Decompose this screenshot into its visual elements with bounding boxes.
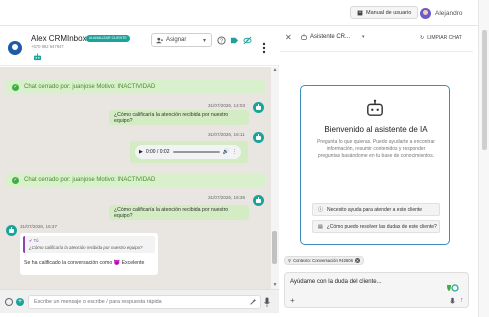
robot-icon xyxy=(367,99,383,116)
chat-bubble-icon: ▤ xyxy=(318,223,323,230)
audio-time: 0:00 / 0:02 xyxy=(145,149,170,155)
quote-author: ✔ Tú xyxy=(29,238,39,243)
chevron-down-icon: ▾ xyxy=(202,38,206,44)
audio-player[interactable]: ▶ 0:00 / 0:02 🔊 ⋮ xyxy=(135,145,241,159)
plus-icon[interactable]: + xyxy=(16,298,24,306)
emoji-icon[interactable] xyxy=(5,298,13,306)
tag-icon[interactable] xyxy=(230,36,239,45)
assistant-panel: ✕ Asistente CR... ▾ ↻ LIMPIAR CHAT Bienv… xyxy=(280,26,473,313)
user-name: Alejandro xyxy=(435,9,463,17)
welcome-title: Bienvenido al asistente de IA xyxy=(324,125,428,134)
message-text: ¿Cómo calificaría la atención recibida p… xyxy=(114,111,229,124)
outgoing-message: ¿Cómo calificaría la atención recibida p… xyxy=(109,205,249,220)
assistant-input-value[interactable]: Ayúdame con la duda del cliente... xyxy=(290,279,382,285)
check-circle-icon: ✓ xyxy=(12,83,19,91)
close-icon[interactable]: ✕ xyxy=(285,33,292,42)
assign-select[interactable]: Asignar ▾ xyxy=(151,33,212,47)
chevron-down-icon[interactable]: ▾ xyxy=(362,34,365,40)
help-circle-icon[interactable]: ? xyxy=(217,36,226,45)
assistant-selector[interactable]: Asistente CR... xyxy=(301,34,350,40)
message-input[interactable] xyxy=(28,295,261,309)
remove-context-icon[interactable]: ✕ xyxy=(354,258,360,263)
send-icon[interactable]: ↑ xyxy=(460,297,464,305)
outgoing-message: ¿Cómo calificaría la atención recibida p… xyxy=(109,110,249,125)
contact-avatar[interactable] xyxy=(8,41,22,55)
suggestion-button[interactable]: ▤ ¿Cómo puedo resolver las dudas de este… xyxy=(312,220,440,233)
eye-off-icon[interactable] xyxy=(243,36,252,45)
message-timestamp: 31/07/2026, 16:11 xyxy=(208,132,245,137)
welcome-description: Pregunta lo que quieras. Puedo ayudarte … xyxy=(317,139,435,159)
contact-message-avatar xyxy=(6,225,17,236)
magic-wand-icon[interactable] xyxy=(249,298,257,306)
welcome-card: Bienvenido al asistente de IA Pregunta l… xyxy=(300,85,450,245)
assign-user-icon xyxy=(156,37,163,43)
audio-message: ▶ 0:00 / 0:02 🔊 ⋮ xyxy=(130,141,248,163)
assign-label: Asignar xyxy=(166,37,187,43)
assistant-header: ✕ Asistente CR... ▾ ↻ LIMPIAR CHAT xyxy=(280,26,473,52)
top-bar: Manual de usuario Alejandro xyxy=(0,0,489,26)
user-avatar xyxy=(420,7,431,19)
refresh-icon: ↻ xyxy=(420,35,425,41)
microphone-icon[interactable] xyxy=(450,297,455,306)
assistant-brand-icon xyxy=(447,284,459,292)
robot-icon xyxy=(301,34,307,40)
kebab-menu-icon[interactable] xyxy=(262,42,266,54)
scroll-up-icon[interactable]: ▲ xyxy=(271,67,279,74)
chat-header: Alex CRMInbox IA ANALIZAR CLIENTE +570 9… xyxy=(0,26,279,66)
play-icon[interactable]: ▶ xyxy=(139,149,143,155)
book-icon xyxy=(357,10,363,15)
message-timestamp: 31/07/2026, 16:36 xyxy=(208,195,246,200)
contact-name[interactable]: Alex CRMInbox xyxy=(31,34,87,43)
bot-avatar-icon xyxy=(253,132,264,143)
audio-progress-bar[interactable] xyxy=(172,151,220,153)
user-manual-label: Manual de usuario xyxy=(366,9,412,16)
context-icon: ⚲ xyxy=(288,258,292,263)
clear-chat-label: LIMPIAR CHAT xyxy=(427,35,462,41)
page-scrollbar-thumb[interactable] xyxy=(482,30,487,150)
message-timestamp: 31/07/2026, 16:37 xyxy=(20,224,58,229)
quoted-message[interactable]: ✔ Tú ¿Cómo calificaría la atención recib… xyxy=(23,236,155,253)
audio-more-icon[interactable]: ⋮ xyxy=(232,149,237,155)
chat-closed-notice: ✓ Chat cerrado por: juanjose Motivo: INA… xyxy=(6,173,265,187)
quote-text: ¿Cómo calificaría la atención recibida p… xyxy=(29,245,143,250)
chat-closed-text: Chat cerrado por: juanjose Motivo: INACT… xyxy=(24,84,156,90)
suggestion-label: ¿Cómo puedo resolver las dudas de este c… xyxy=(326,223,437,230)
suggestion-button[interactable]: ⓘ Necesito ayuda para atender a este cli… xyxy=(312,203,440,216)
chat-panel: Alex CRMInbox IA ANALIZAR CLIENTE +570 9… xyxy=(0,26,279,313)
context-label: Contexto: Conversación #42606 xyxy=(293,258,353,263)
scroll-down-icon[interactable]: ▼ xyxy=(271,282,279,289)
bot-avatar-icon xyxy=(253,195,264,206)
help-circle-icon: ⓘ xyxy=(318,207,324,213)
contact-phone: +570 982 647947 xyxy=(31,44,64,49)
incoming-message: ✔ Tú ¿Cómo calificaría la atención recib… xyxy=(20,233,158,275)
chat-closed-notice: ✓ Chat cerrado por: juanjose Motivo: INA… xyxy=(6,80,265,94)
suggestion-label: Necesito ayuda para atender a este clien… xyxy=(327,206,423,213)
clear-chat-button[interactable]: ↻ LIMPIAR CHAT xyxy=(420,35,462,41)
scrollbar-thumb[interactable] xyxy=(272,231,277,264)
message-text: Se ha calificado la conversación como 😈 … xyxy=(24,260,145,266)
chat-closed-text: Chat cerrado por: juanjose Motivo: INACT… xyxy=(24,177,156,183)
assistant-title: Asistente CR... xyxy=(310,34,351,40)
bot-icon[interactable] xyxy=(33,53,42,61)
message-list[interactable]: ✓ Chat cerrado por: juanjose Motivo: INA… xyxy=(0,67,271,289)
page-scrollbar[interactable] xyxy=(478,0,489,317)
check-circle-icon: ✓ xyxy=(12,176,19,184)
message-timestamp: 31/07/2026, 14:03 xyxy=(208,103,246,108)
plus-icon[interactable]: + xyxy=(290,297,295,305)
volume-icon[interactable]: 🔊 xyxy=(223,149,229,155)
assistant-input[interactable]: Ayúdame con la duda del cliente... + ↑ xyxy=(284,272,469,308)
message-text: ¿Cómo calificaría la atención recibida p… xyxy=(114,206,229,219)
message-composer: + xyxy=(0,289,279,313)
svg-text:?: ? xyxy=(220,39,223,45)
context-chip[interactable]: ⚲ Contexto: Conversación #42606 ✕ xyxy=(284,256,364,265)
microphone-icon[interactable] xyxy=(264,297,270,307)
bot-avatar-icon xyxy=(253,102,264,113)
ai-analyze-badge[interactable]: IA ANALIZAR CLIENTE xyxy=(86,35,130,42)
user-manual-button[interactable]: Manual de usuario xyxy=(350,6,419,19)
user-menu[interactable]: Alejandro xyxy=(420,5,462,21)
